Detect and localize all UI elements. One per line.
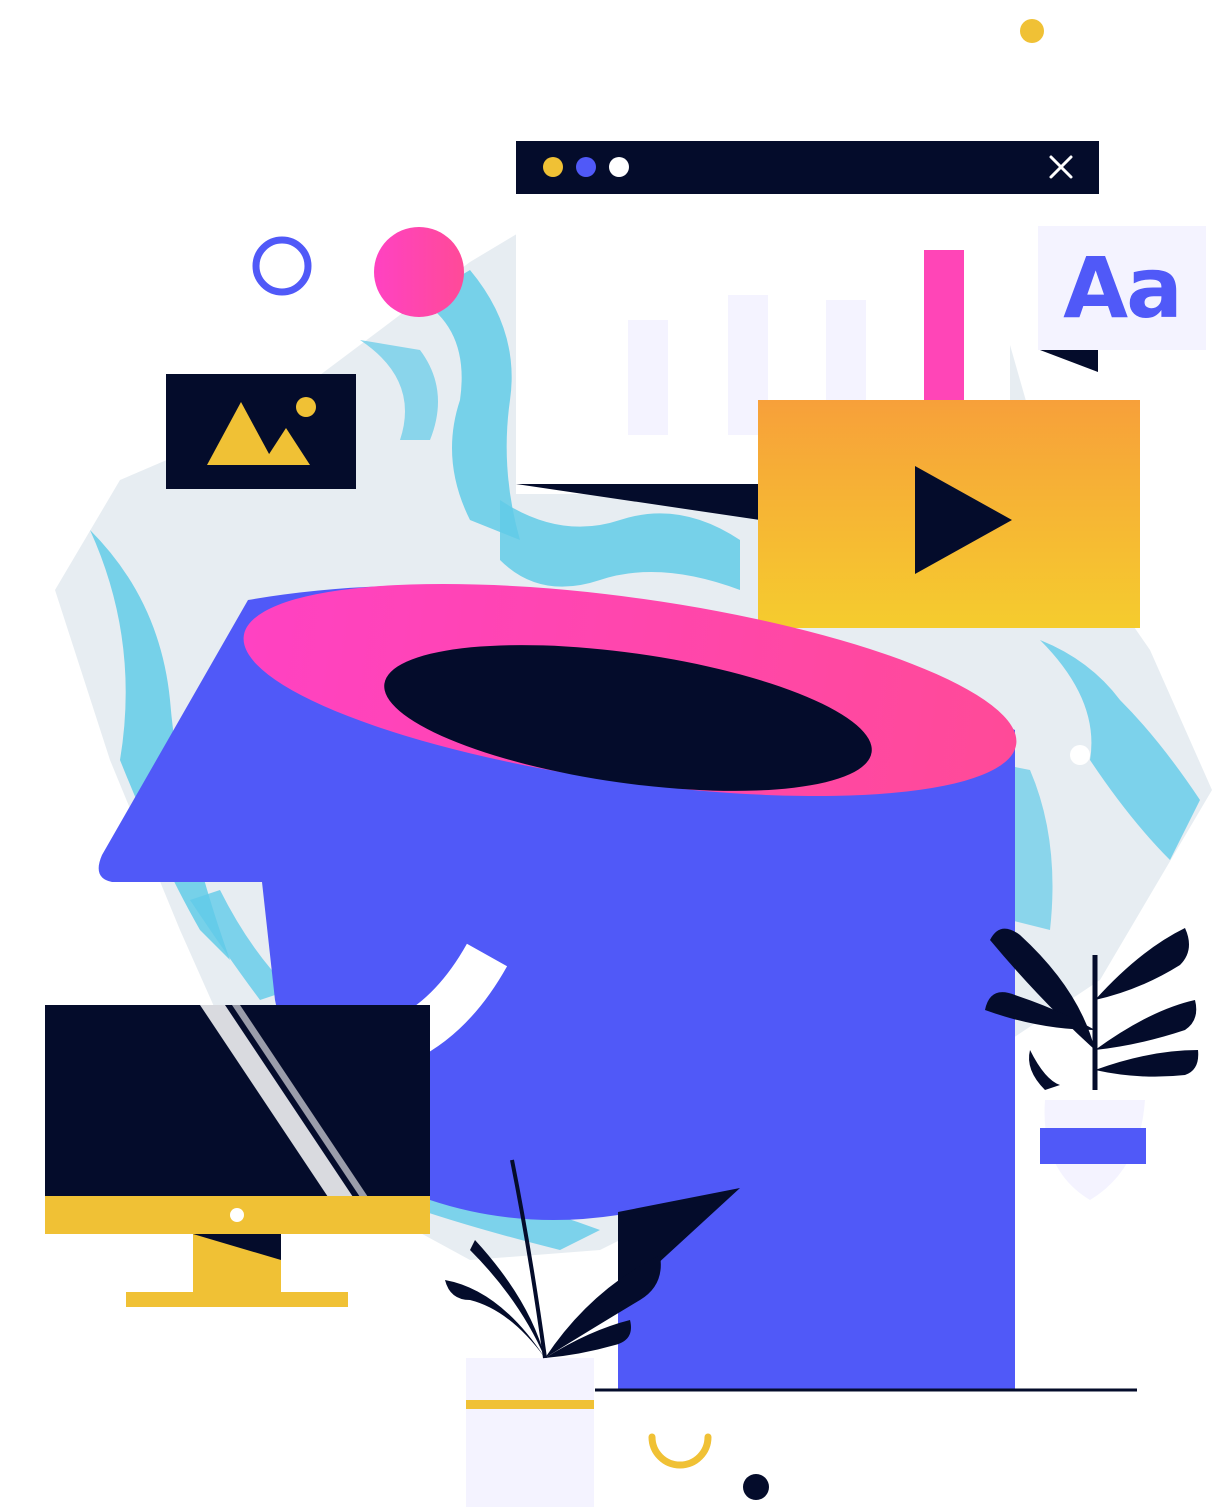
aa-card-shadow	[1040, 350, 1098, 372]
ring-shape	[252, 236, 312, 296]
yellow-arc	[648, 1433, 712, 1469]
image-icon	[166, 374, 356, 489]
typography-card: Aa	[1038, 226, 1206, 350]
window-dot-white	[609, 157, 629, 177]
accent-dot-navy	[743, 1474, 769, 1500]
typography-label: Aa	[1063, 239, 1183, 337]
pink-circle	[374, 227, 464, 317]
illustration-canvas: Aa	[0, 0, 1215, 1507]
window-dot-blue	[576, 157, 596, 177]
window-dot-yellow	[543, 157, 563, 177]
video-card	[758, 400, 1140, 628]
browser-titlebar	[516, 141, 1099, 194]
monitor-icon	[45, 1005, 430, 1307]
illustration-svg	[45, 19, 1212, 1507]
accent-dot-yellow	[1020, 19, 1044, 43]
